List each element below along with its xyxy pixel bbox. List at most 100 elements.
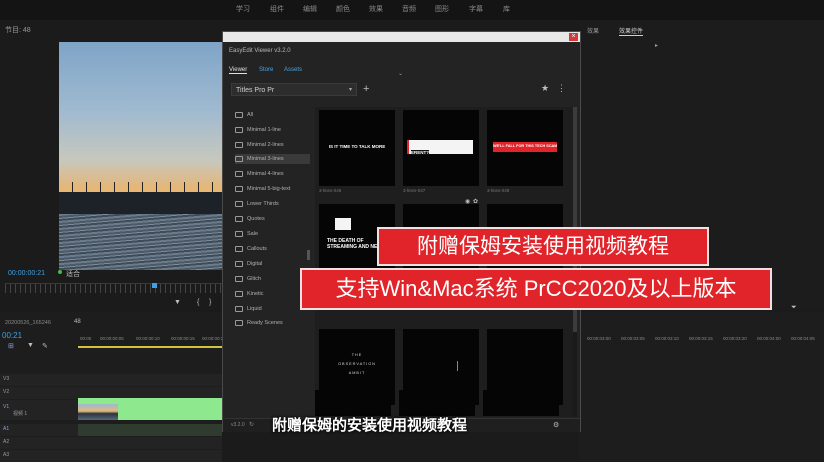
timeline-right-area: ⏷ 00:00:03:00 00:00:03:05 00:00:03:10 00… [579,304,824,461]
pack-select[interactable]: Titles Pro Pr ▾ [231,83,357,96]
program-preview-image [59,42,223,270]
template-thumbnail[interactable] [483,390,559,416]
folder-scrollbar[interactable] [307,250,310,260]
thumbnail-white-block [335,218,351,230]
folder-icon [235,319,243,326]
snap-icon[interactable]: ⊞ [8,342,14,350]
folder-item[interactable]: Minimal 2-lines [235,140,284,150]
timeline-panel: 20200526_165246 48 00:21 ⊞ ▼ ✎ 00:00 00:… [0,312,226,462]
thumbnail-title: THE OBSERVATION AMBIT [338,353,376,375]
close-icon[interactable]: × [569,33,578,41]
preview-eye-icon[interactable]: ◉ [465,198,470,205]
folder-item[interactable]: All [235,110,253,120]
refresh-icon[interactable]: ↻ [249,421,254,428]
add-icon[interactable]: + [363,83,369,95]
timeline-ruler-right[interactable]: 00:00:03:00 00:00:03:05 00:00:03:10 00:0… [587,334,824,346]
window-name: EasyEdit Viewer v3.2.0 [229,48,291,54]
panel-expand-icon[interactable]: ▸ [655,42,658,49]
clip-thumbnail [78,404,118,420]
folder-item[interactable]: Lower Thirds [235,199,279,209]
workspace-tab[interactable]: 颜色 [336,4,350,14]
workspace-tab[interactable]: 字幕 [469,4,483,14]
folder-item[interactable]: Glitch [235,274,261,284]
sequence-tab[interactable]: 48 [74,319,81,325]
workspace-bar: 学习 组件 编辑 颜色 效果 音频 图形 字幕 库 [0,0,824,20]
playhead-marker-icon[interactable] [152,283,157,288]
settings-gear-icon[interactable]: ⚙ [553,421,559,429]
template-thumbnail[interactable]: ERENT? 3-lines-047 [403,110,479,193]
folder-item[interactable]: Liquid [235,304,262,314]
thumbnail-line [457,361,458,371]
workspace-tab[interactable]: 图形 [435,4,449,14]
folder-item[interactable]: Digital [235,259,262,269]
preview-water [59,214,223,270]
program-scrubber[interactable] [5,283,222,293]
workspace-tab[interactable]: 效果 [369,4,383,14]
more-menu-icon[interactable]: ⋮ [557,83,566,94]
workspace-tab[interactable]: 编辑 [303,4,317,14]
template-thumbnail[interactable] [399,390,475,416]
thumbnail-title: WE'LL FALL FOR THIS TECH SCAM [493,144,557,148]
thumbnail-red-accent [407,140,409,154]
tab-store[interactable]: Store [259,67,273,73]
workspace-tab[interactable]: 组件 [270,4,284,14]
folder-icon [235,215,243,222]
mark-out-icon[interactable]: } [209,299,211,306]
folder-item[interactable]: Minimal 4-lines [235,169,284,179]
effects-panel: 效果 效果控件 ▸ [579,20,824,310]
pack-select-value: Titles Pro Pr [236,87,275,94]
thumbnail-caption: 3-lines-048 [487,188,510,193]
template-thumbnail[interactable]: IS IT TIME TO TALK MORE 3-lines-046 [319,110,395,193]
folder-item[interactable]: Sale [235,229,258,239]
mark-in-icon[interactable]: { [197,299,199,306]
sequence-name[interactable]: 20200526_165246 [5,320,51,326]
program-timecode[interactable]: 00:00:00:21 [8,270,45,277]
folder-icon [235,245,243,252]
folder-icon [235,260,243,267]
filter-icon[interactable]: ⏷ [791,304,797,312]
track-v3[interactable]: V3 [0,374,222,386]
status-dot-icon [58,270,62,274]
zoom-fit-select[interactable]: 适合 [66,269,80,279]
track-a3[interactable]: A3 [0,450,222,462]
workspace-tab[interactable]: 库 [503,4,510,14]
workspace-tab[interactable]: 音频 [402,4,416,14]
program-panel-title[interactable]: 节目: 48 [5,25,31,35]
workspace-tab[interactable]: 学习 [236,4,250,14]
folder-icon [235,126,243,133]
favorite-star-icon[interactable]: ★ [541,83,549,94]
window-titlebar[interactable]: × [223,32,580,42]
folder-icon [235,155,243,162]
tab-effects[interactable]: 效果 [587,26,599,35]
template-thumbnail[interactable] [315,390,391,416]
collapse-chevron-icon[interactable]: ⌄ [398,70,403,77]
promo-banner-compatibility: 支持Win&Mac系统 PrCC2020及以上版本 [300,268,772,310]
track-a2[interactable]: A2 [0,437,222,449]
folder-item[interactable]: Kinetic [235,289,264,299]
audio-clip[interactable] [78,424,222,436]
folder-icon [235,185,243,192]
thumbnail-title: IS IT TIME TO TALK MORE [328,144,386,149]
video-clip[interactable] [78,398,222,420]
preview-shoreline [59,192,223,214]
favorite-icon[interactable]: ✿ [473,198,478,205]
folder-item[interactable]: Minimal 1-line [235,125,281,135]
tab-assets[interactable]: Assets [284,67,302,73]
tab-viewer[interactable]: Viewer [229,67,248,74]
folder-icon [235,305,243,312]
marker-icon[interactable]: ▼ [27,342,34,349]
tab-effect-controls[interactable]: 效果控件 [619,26,644,36]
folder-item-active[interactable]: Minimal 3-lines [235,154,310,164]
template-thumbnail[interactable]: WE'LL FALL FOR THIS TECH SCAM 3-lines-04… [487,110,563,193]
folder-item[interactable]: Quotes [235,214,265,224]
video-subtitle: 附赠保姆的安装使用视频教程 [272,417,468,434]
wrench-icon[interactable]: ✎ [42,342,48,350]
folder-item[interactable]: Minimal 5-big-text [235,184,290,194]
version-label: v3.2.0 [231,422,245,428]
timeline-timecode[interactable]: 00:21 [2,331,22,340]
work-area-bar[interactable] [78,346,222,348]
add-marker-icon[interactable]: ▼ [174,299,181,306]
folder-item[interactable]: Callouts [235,244,267,254]
folder-icon [235,290,243,297]
folder-item[interactable]: Ready Scenes [235,318,283,328]
